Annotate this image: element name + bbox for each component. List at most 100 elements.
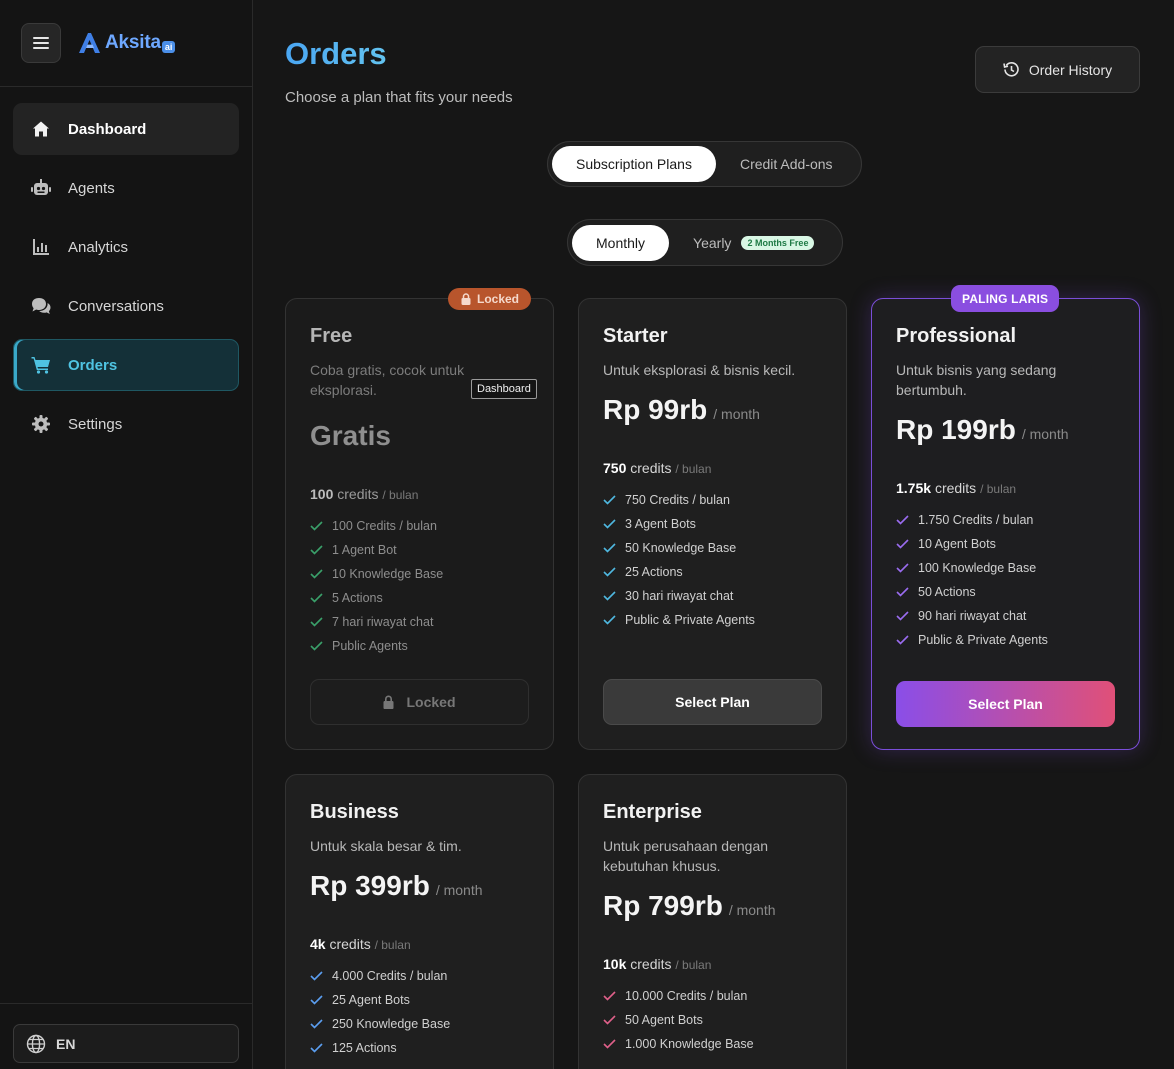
- tooltip: Dashboard: [471, 379, 537, 399]
- plan-credits: 750 credits / bulan: [603, 460, 822, 476]
- plan-name: Enterprise: [603, 801, 702, 823]
- brand-suffix: ai: [161, 41, 176, 53]
- plan-price: Rp 199rb / month: [896, 414, 1115, 446]
- feature-item: 7 hari riwayat chat: [310, 610, 529, 634]
- check-icon: [310, 1043, 323, 1053]
- feature-item: 100 Credits / bulan: [310, 514, 529, 538]
- plan-description: Untuk bisnis yang sedang bertumbuh.: [896, 362, 1057, 398]
- language-selector[interactable]: EN: [13, 1024, 239, 1063]
- feature-label: 10.000 Credits / bulan: [625, 989, 748, 1003]
- sidebar: Aksita ai Dashboard Agents Analytics Con…: [0, 0, 253, 1069]
- sidebar-item-agents[interactable]: Agents: [13, 162, 239, 214]
- feature-label: 1.750 Credits / bulan: [918, 513, 1034, 527]
- feature-item: 10 Agent Bots: [896, 532, 1115, 556]
- feature-label: 100 Knowledge Base: [918, 561, 1037, 575]
- feature-label: 10 Agent Bots: [918, 537, 996, 551]
- brand-logo[interactable]: Aksita ai: [77, 32, 176, 54]
- sidebar-item-analytics[interactable]: Analytics: [13, 221, 239, 273]
- plan-price-period: / month: [435, 882, 483, 898]
- yearly-discount-badge: 2 Months Free: [741, 235, 815, 250]
- plan-price-amount: Gratis: [310, 420, 391, 451]
- plan-card-business: Business Untuk skala besar & tim. Rp 399…: [285, 774, 554, 1069]
- tab-credit-addons[interactable]: Credit Add-ons: [716, 146, 857, 182]
- tab-subscription-plans[interactable]: Subscription Plans: [552, 146, 716, 182]
- plan-price-amount: Rp 799rb: [603, 890, 723, 921]
- plan-credits-amount: 100: [310, 486, 334, 502]
- plan-credits-amount: 4k: [310, 936, 326, 952]
- sidebar-item-label: Dashboard: [68, 120, 147, 138]
- check-icon: [603, 1039, 616, 1049]
- gear-icon: [31, 414, 51, 434]
- sidebar-item-settings[interactable]: Settings: [13, 398, 239, 450]
- feature-item: 50 Actions: [896, 580, 1115, 604]
- plan-name: Business: [310, 801, 399, 823]
- plan-credits-unit: / bulan: [675, 958, 712, 972]
- select-plan-button-starter[interactable]: Select Plan: [603, 679, 822, 725]
- plan-credits-label: credits: [337, 486, 379, 502]
- check-icon: [603, 543, 616, 553]
- popular-badge: PALING LARIS: [951, 285, 1060, 312]
- feature-label: Public & Private Agents: [625, 613, 755, 627]
- select-plan-button-professional[interactable]: Select Plan: [896, 681, 1115, 727]
- plan-price-period: / month: [1021, 426, 1069, 442]
- feature-item: 50 Agent Bots: [603, 1008, 822, 1032]
- feature-label: 1.000 Knowledge Base: [625, 1037, 754, 1051]
- feature-item: 10 Knowledge Base: [310, 562, 529, 586]
- sidebar-item-orders[interactable]: Orders: [13, 339, 239, 391]
- sidebar-item-label: Conversations: [68, 297, 164, 315]
- feature-item: 1.000 Knowledge Base: [603, 1032, 822, 1056]
- plan-credits: 10k credits / bulan: [603, 956, 822, 972]
- plan-features: 10.000 Credits / bulan 50 Agent Bots 1.0…: [603, 984, 822, 1056]
- feature-item: 750 Credits / bulan: [603, 488, 822, 512]
- billing-monthly-option[interactable]: Monthly: [572, 224, 670, 261]
- check-icon: [310, 521, 323, 531]
- feature-label: 50 Agent Bots: [625, 1013, 703, 1027]
- plan-credits-label: credits: [630, 956, 672, 972]
- feature-label: 90 hari riwayat chat: [918, 609, 1027, 623]
- plan-price-period: / month: [728, 902, 776, 918]
- plan-type-tabs: Subscription Plans Credit Add-ons: [547, 141, 862, 187]
- check-icon: [603, 495, 616, 505]
- feature-label: 750 Credits / bulan: [625, 493, 730, 507]
- plan-description: Untuk skala besar & tim.: [310, 838, 462, 854]
- sidebar-item-dashboard[interactable]: Dashboard: [13, 103, 239, 155]
- lock-icon: [383, 695, 394, 709]
- robot-icon: [31, 178, 51, 198]
- feature-item: Public & Private Agents: [603, 608, 822, 632]
- plan-features: 4.000 Credits / bulan 25 Agent Bots 250 …: [310, 964, 529, 1060]
- locked-plan-button[interactable]: Locked: [310, 679, 529, 725]
- sidebar-item-conversations[interactable]: Conversations: [13, 280, 239, 332]
- billing-period-toggle: Monthly Yearly 2 Months Free: [567, 219, 844, 266]
- order-history-button[interactable]: Order History: [975, 46, 1140, 93]
- feature-label: 100 Credits / bulan: [332, 519, 437, 533]
- plan-name: Starter: [603, 325, 668, 347]
- feature-label: Public & Private Agents: [918, 633, 1048, 647]
- check-icon: [603, 1015, 616, 1025]
- plan-name: Free: [310, 325, 353, 347]
- check-icon: [896, 563, 909, 573]
- feature-item: 4.000 Credits / bulan: [310, 964, 529, 988]
- menu-toggle-button[interactable]: [21, 23, 61, 63]
- plan-credits: 1.75k credits / bulan: [896, 480, 1115, 496]
- feature-label: 50 Knowledge Base: [625, 541, 737, 555]
- chat-icon: [31, 296, 51, 316]
- plan-description: Untuk perusahaan dengan kebutuhan khusus…: [603, 838, 769, 874]
- billing-yearly-option[interactable]: Yearly 2 Months Free: [669, 225, 838, 261]
- chart-icon: [31, 237, 51, 257]
- logo-icon: [79, 33, 100, 53]
- plan-features: 100 Credits / bulan 1 Agent Bot 10 Knowl…: [310, 514, 529, 658]
- sidebar-header: Aksita ai: [0, 0, 252, 87]
- feature-item: 5 Actions: [310, 586, 529, 610]
- feature-item: Public Agents: [310, 634, 529, 658]
- check-icon: [603, 567, 616, 577]
- sidebar-item-label: Settings: [68, 415, 123, 433]
- feature-item: 90 hari riwayat chat: [896, 604, 1115, 628]
- sidebar-item-label: Agents: [68, 179, 115, 197]
- plan-price-amount: Rp 99rb: [603, 394, 708, 425]
- check-icon: [310, 1019, 323, 1029]
- feature-label: 25 Agent Bots: [332, 993, 410, 1007]
- check-icon: [603, 591, 616, 601]
- feature-label: 50 Actions: [918, 585, 976, 599]
- feature-item: 25 Actions: [603, 560, 822, 584]
- page-subtitle: Choose a plan that fits your needs: [285, 89, 513, 106]
